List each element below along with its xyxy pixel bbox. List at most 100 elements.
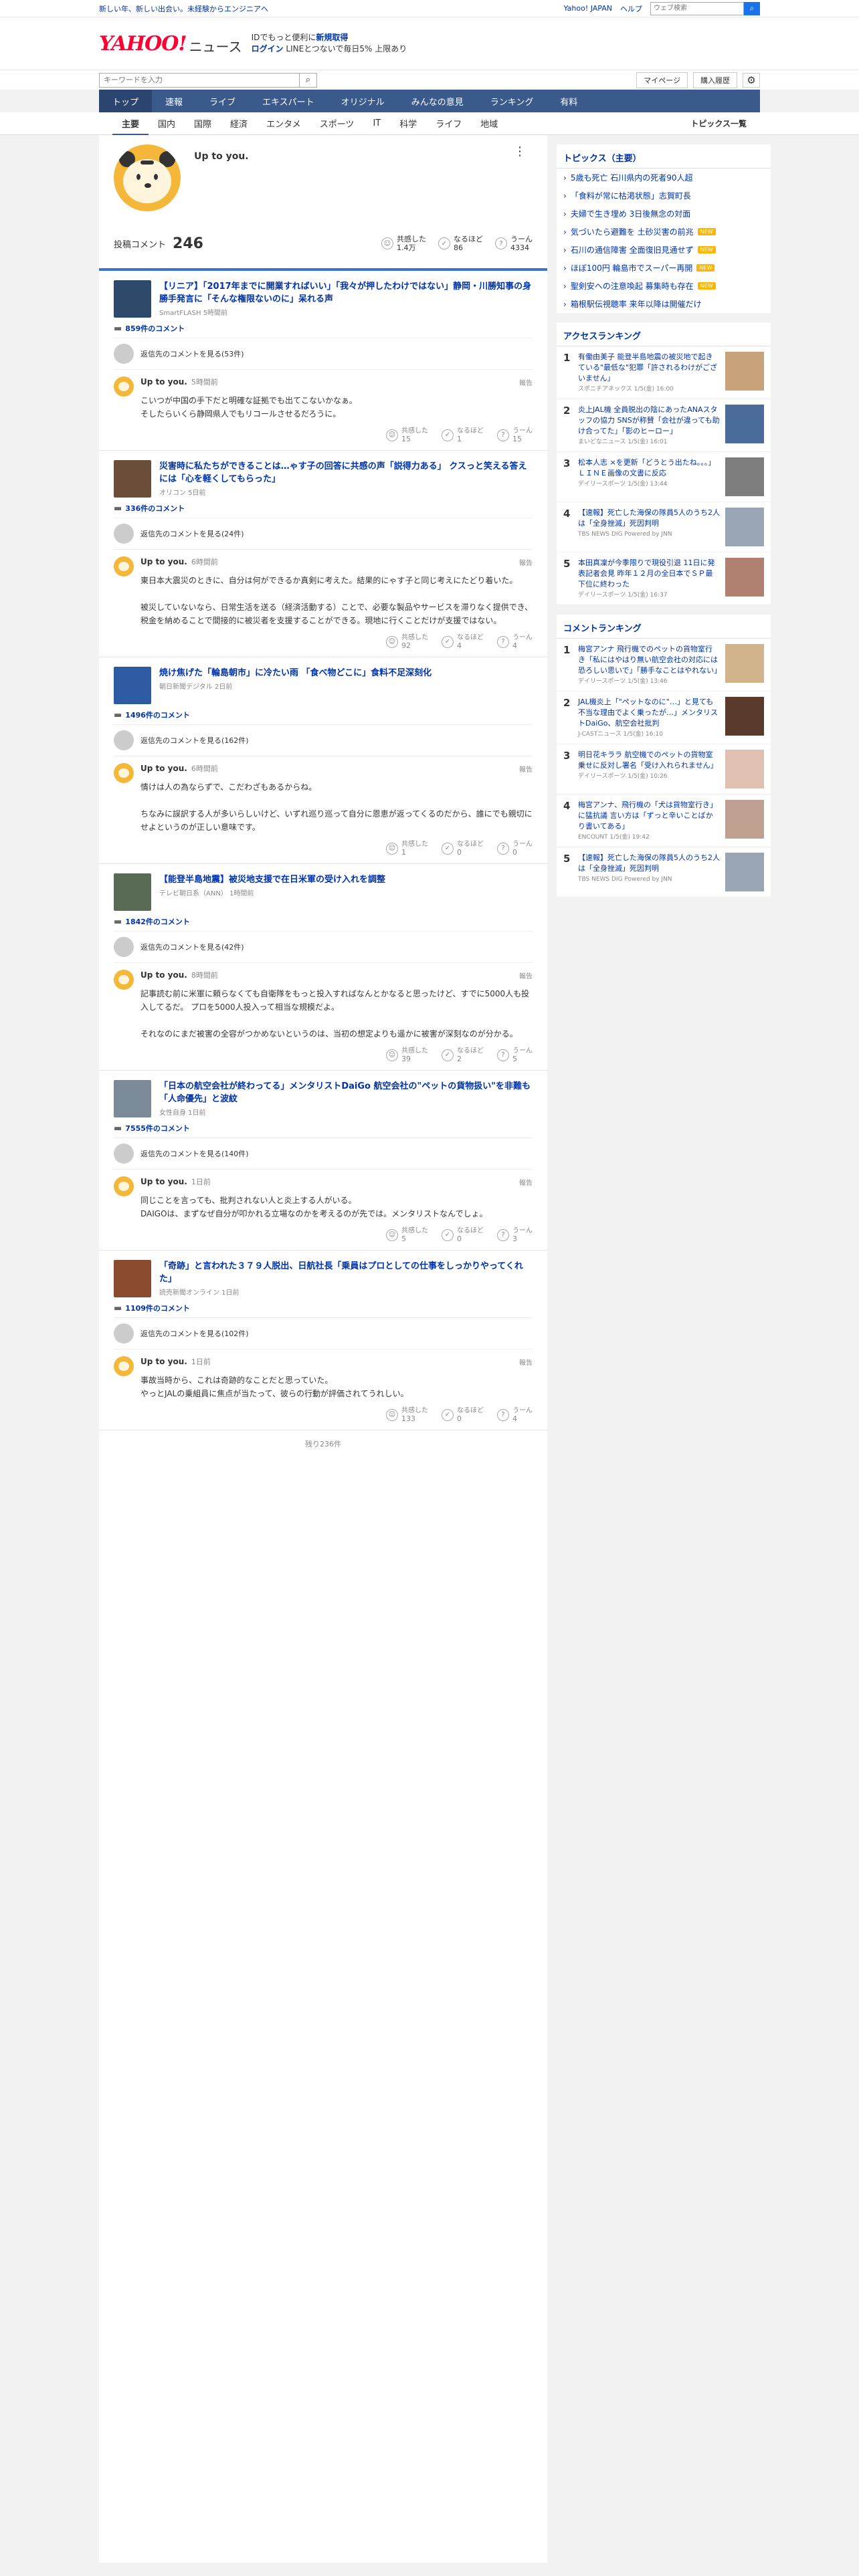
parent-comment-link[interactable]: 返信先のコメントを見る(24件) xyxy=(114,518,533,549)
topic-item[interactable]: 石川の通信障害 全面復旧見通せずNEW xyxy=(557,241,771,259)
article-link[interactable]: 「奇跡」と言われた３７９人脱出、日航社長「乗員はプロとしての仕事をしっかりやって… xyxy=(114,1260,533,1297)
article-title[interactable]: 災害時に私たちができることは…ゃす子の回答に共感の声「説得力ある」 クスっと笑え… xyxy=(159,460,533,486)
reaction-button[interactable]: ☺ 共感した 1 xyxy=(386,841,428,857)
ranking-item[interactable]: 5 本田真凜が今季限りで現役引退 11日に発表記者会見 昨年１２月の全日本でＳＰ最… xyxy=(557,552,771,605)
reaction-button[interactable]: ✓ なるほど 1 xyxy=(442,427,484,443)
tab-expert[interactable]: エキスパート xyxy=(249,90,328,112)
parent-comment-link[interactable]: 返信先のコメントを見る(140件) xyxy=(114,1138,533,1169)
parent-comment-link[interactable]: 返信先のコメントを見る(102件) xyxy=(114,1317,533,1349)
reaction-button[interactable]: ? うーん 15 xyxy=(497,427,533,443)
comment-count-link[interactable]: ▬ 1496件のコメント xyxy=(114,710,533,720)
comment-author[interactable]: Up to you. xyxy=(140,764,187,773)
article-link[interactable]: 【リニア】「2017年までに開業すればいい」「我々が押したわけではない」静岡・川… xyxy=(114,280,533,318)
cat-main[interactable]: 主要 xyxy=(112,117,149,136)
ranking-item[interactable]: 1 有働由美子 能登半島地震の被災地で起きている"最低な"犯罪「許されるわけがござ… xyxy=(557,346,771,399)
cat-domestic[interactable]: 国内 xyxy=(149,117,185,130)
ranking-item[interactable]: 2 炎上JAL機 全員脱出の陰にあったANAスタッフの協力 SNSが称賛「会社が違… xyxy=(557,399,771,452)
reaction-button[interactable]: ? うーん 4 xyxy=(497,1407,533,1423)
article-title[interactable]: 焼け焦げた「輪島朝市」に冷たい雨 「食べ物どこに」食料不足深刻化 xyxy=(159,667,432,679)
reaction-button[interactable]: ? うーん 4 xyxy=(497,634,533,650)
cat-local[interactable]: 地域 xyxy=(471,117,507,130)
tab-ranking[interactable]: ランキング xyxy=(477,90,547,112)
reaction-button[interactable]: ☺ 共感した 133 xyxy=(386,1407,428,1423)
comment-count-link[interactable]: ▬ 336件のコメント xyxy=(114,503,533,514)
article-link[interactable]: 災害時に私たちができることは…ゃす子の回答に共感の声「説得力ある」 クスっと笑え… xyxy=(114,460,533,498)
parent-comment-link[interactable]: 返信先のコメントを見る(53件) xyxy=(114,338,533,369)
search-icon[interactable]: ⌕ xyxy=(300,72,317,88)
reaction-button[interactable]: ✓ なるほど 0 xyxy=(442,841,484,857)
comment-author[interactable]: Up to you. xyxy=(140,1357,187,1366)
cat-entertainment[interactable]: エンタメ xyxy=(257,117,310,130)
reaction-button[interactable]: ✓ なるほど 0 xyxy=(442,1407,484,1423)
mypage-button[interactable]: マイページ xyxy=(636,72,688,88)
topic-item[interactable]: 「食料が常に枯渇状態」志賀町長 xyxy=(557,187,771,205)
reaction-button[interactable]: ☺ 共感した 92 xyxy=(386,634,428,650)
article-title[interactable]: 「奇跡」と言われた３７９人脱出、日航社長「乗員はプロとしての仕事をしっかりやって… xyxy=(159,1260,533,1285)
cat-world[interactable]: 国際 xyxy=(185,117,221,130)
all-topics-link[interactable]: トピックス一覧 xyxy=(690,118,747,129)
comment-author[interactable]: Up to you. xyxy=(140,1177,187,1186)
article-title[interactable]: 【リニア】「2017年までに開業すればいい」「我々が押したわけではない」静岡・川… xyxy=(159,280,533,306)
ranking-item[interactable]: 2 JAL機炎上「"ペットなのに"…」と見ても不当な理由でよく乗ったが…」メンタリ… xyxy=(557,691,771,744)
report-link[interactable]: 報告 xyxy=(519,557,533,567)
reaction-button[interactable]: ✓ なるほど 4 xyxy=(442,634,484,650)
web-search-input[interactable] xyxy=(650,1,744,15)
reaction-button[interactable]: ✓ なるほど 2 xyxy=(442,1047,484,1063)
parent-comment-link[interactable]: 返信先のコメントを見る(42件) xyxy=(114,931,533,962)
comment-count-link[interactable]: ▬ 1109件のコメント xyxy=(114,1303,533,1313)
article-link[interactable]: 焼け焦げた「輪島朝市」に冷たい雨 「食べ物どこに」食料不足深刻化 朝日新聞デジタ… xyxy=(114,667,533,704)
article-title[interactable]: 「日本の航空会社が終わってる」メンタリストDaiGo 航空会社の"ペットの貨物扱… xyxy=(159,1080,533,1105)
topic-item[interactable]: ほぼ100円 輪島市でスーパー再開NEW xyxy=(557,259,771,277)
parent-comment-link[interactable]: 返信先のコメントを見る(162件) xyxy=(114,724,533,756)
help-link[interactable]: ヘルプ xyxy=(620,3,642,14)
keyword-input[interactable] xyxy=(99,72,300,88)
ranking-item[interactable]: 4 【速報】死亡した海保の隊員5人のうち2人は「全身挫滅」死因判明 TBS NEWS… xyxy=(557,502,771,552)
comment-count-link[interactable]: ▬ 859件のコメント xyxy=(114,323,533,334)
article-title[interactable]: 【能登半島地震】被災地支援で在日米軍の受け入れを調整 xyxy=(159,873,385,886)
yahoo-news-logo[interactable]: YAHOO! ニュース xyxy=(99,32,242,56)
tab-paid[interactable]: 有料 xyxy=(547,90,591,112)
topic-item[interactable]: 5歳も死亡 石川県内の死者90人超 xyxy=(557,169,771,187)
tab-flash[interactable]: 速報 xyxy=(152,90,196,112)
reaction-button[interactable]: ☺ 共感した 39 xyxy=(386,1047,428,1063)
yahoo-japan-link[interactable]: Yahoo! JAPAN xyxy=(563,4,612,13)
cat-science[interactable]: 科学 xyxy=(390,117,426,130)
topic-item[interactable]: 夫婦で生き埋め 3日後無念の対面 xyxy=(557,205,771,223)
tab-opinion[interactable]: みんなの意見 xyxy=(398,90,477,112)
login-link[interactable]: ログイン xyxy=(252,44,284,53)
article-link[interactable]: 【能登半島地震】被災地支援で在日米軍の受け入れを調整 テレビ朝日系（ANN） 1… xyxy=(114,873,533,911)
reaction-button[interactable]: ☺ 共感した 15 xyxy=(386,427,428,443)
report-link[interactable]: 報告 xyxy=(519,970,533,980)
reaction-button[interactable]: ? うーん 5 xyxy=(497,1047,533,1063)
report-link[interactable]: 報告 xyxy=(519,1177,533,1187)
tab-original[interactable]: オリジナル xyxy=(328,90,398,112)
ranking-item[interactable]: 4 梅宮アンナ、飛行機の「犬は貨物室行き」に猛抗議 言い方は「ずっと辛いことばかり… xyxy=(557,794,771,847)
more-icon[interactable]: ⋮ xyxy=(514,144,526,158)
cat-sports[interactable]: スポーツ xyxy=(310,117,364,130)
comment-author[interactable]: Up to you. xyxy=(140,970,187,980)
register-link[interactable]: 新規取得 xyxy=(316,33,348,42)
report-link[interactable]: 報告 xyxy=(519,1357,533,1367)
topic-item[interactable]: 気づいたら避難を 土砂災害の前兆NEW xyxy=(557,223,771,241)
ranking-item[interactable]: 3 明日花キララ 航空機でのペットの貨物室乗せに反対し署名「受け入れられません」デ… xyxy=(557,744,771,794)
comment-author[interactable]: Up to you. xyxy=(140,557,187,566)
ranking-item[interactable]: 1 梅宮アンナ 飛行機でのペットの貨物室行き「私にはやはり無い航空会社の対応には恐… xyxy=(557,639,771,691)
reaction-button[interactable]: ✓ なるほど 0 xyxy=(442,1227,484,1243)
reaction-button[interactable]: ? うーん 3 xyxy=(497,1227,533,1243)
gear-icon[interactable]: ⚙ xyxy=(743,72,760,88)
comment-count-link[interactable]: ▬ 7555件のコメント xyxy=(114,1123,533,1134)
ranking-item[interactable]: 5 【速報】死亡した海保の隊員5人のうち2人は「全身挫滅」死因判明 TBS NEWS… xyxy=(557,847,771,897)
topic-item[interactable]: 聖剣安への注意喚起 募集時も存在NEW xyxy=(557,277,771,295)
comment-count-link[interactable]: ▬ 1842件のコメント xyxy=(114,916,533,927)
reaction-button[interactable]: ? うーん 0 xyxy=(497,841,533,857)
purchase-history-button[interactable]: 購入履歴 xyxy=(693,72,737,88)
article-link[interactable]: 「日本の航空会社が終わってる」メンタリストDaiGo 航空会社の"ペットの貨物扱… xyxy=(114,1080,533,1117)
cat-it[interactable]: IT xyxy=(363,118,390,128)
promo-link[interactable]: 新しい年、新しい出会い。未経験からエンジニアへ xyxy=(99,3,268,14)
ranking-item[interactable]: 3 松本人志 ×を更新「どうとう出たね。。。」ＬＩＮＥ画像の文書に反応 デイリースポ… xyxy=(557,452,771,502)
remaining-count[interactable]: 残り236件 xyxy=(99,1430,547,1457)
reaction-button[interactable]: ☺ 共感した 5 xyxy=(386,1227,428,1243)
cat-life[interactable]: ライフ xyxy=(426,117,471,130)
comment-author[interactable]: Up to you. xyxy=(140,377,187,387)
tab-top[interactable]: トップ xyxy=(99,90,153,112)
